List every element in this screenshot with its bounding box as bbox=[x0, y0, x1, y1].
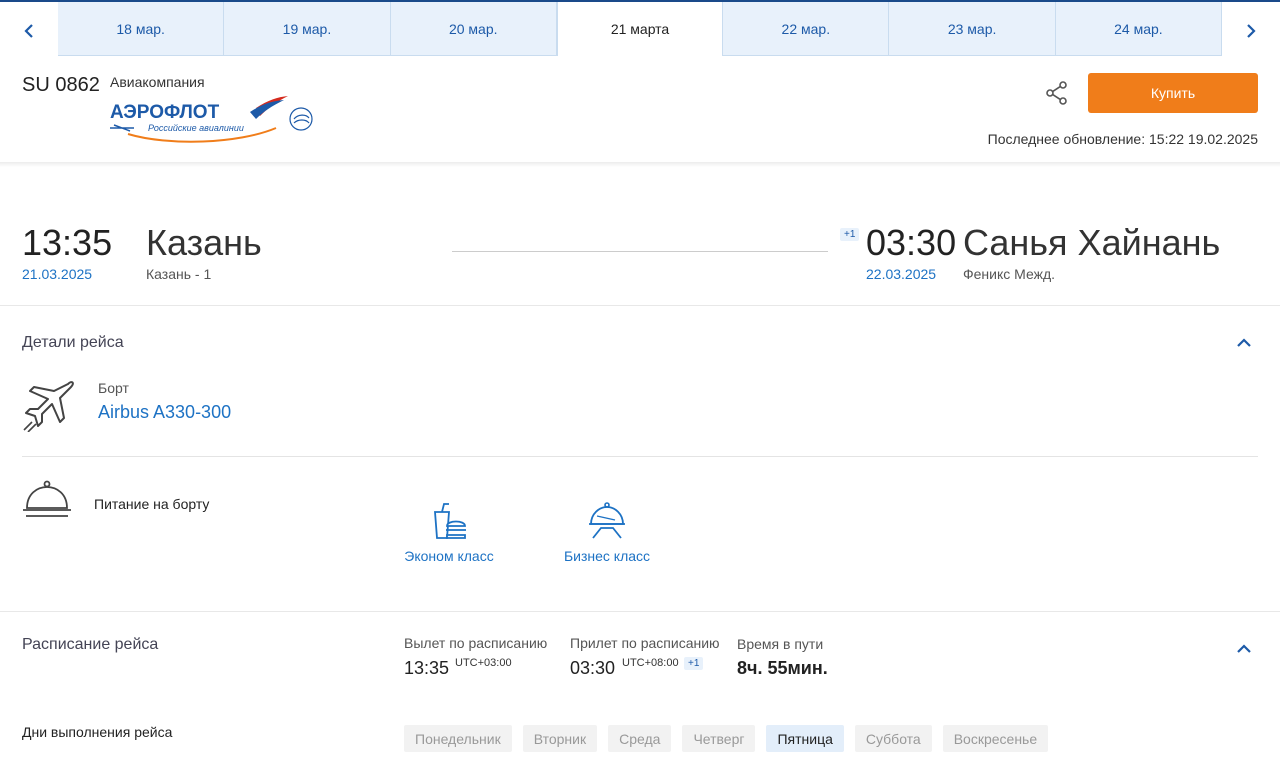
details-divider bbox=[22, 456, 1258, 457]
collapse-details-icon[interactable] bbox=[1236, 335, 1252, 351]
meal-business-label: Бизнес класс bbox=[563, 548, 651, 564]
day-chip: Четверг bbox=[682, 725, 756, 752]
meal-economy[interactable]: Эконом класс bbox=[404, 502, 494, 564]
scheduled-arrival-label: Прилет по расписанию bbox=[570, 635, 720, 651]
departure-utc: UTC+03:00 bbox=[455, 657, 512, 669]
date-tabs: 18 мар. 19 мар. 20 мар. 21 марта 22 мар.… bbox=[58, 2, 1223, 56]
arrival-airport: Феникс Межд. bbox=[963, 266, 1056, 282]
day-offset-badge: +1 bbox=[840, 228, 860, 241]
departure-date: 21.03.2025 bbox=[22, 266, 93, 282]
buy-button[interactable]: Купить bbox=[1088, 73, 1258, 113]
date-tab[interactable]: 18 мар. bbox=[58, 2, 225, 56]
arrival-offset-badge: +1 bbox=[684, 657, 704, 670]
header-shadow bbox=[0, 162, 1280, 167]
date-tab[interactable]: 19 мар. bbox=[224, 2, 391, 56]
date-tab[interactable]: 24 мар. bbox=[1055, 2, 1223, 56]
flight-number: SU 0862 bbox=[22, 74, 100, 96]
prev-dates-button[interactable] bbox=[0, 4, 58, 58]
details-title: Детали рейса bbox=[22, 334, 124, 351]
scheduled-departure-label: Вылет по расписанию bbox=[404, 635, 548, 651]
day-chip: Воскресенье bbox=[942, 725, 1049, 752]
day-chip: Среда bbox=[608, 725, 672, 752]
duration-label: Время в пути bbox=[737, 636, 824, 652]
day-chip: Понедельник bbox=[404, 725, 512, 752]
meal-business[interactable]: Бизнес класс bbox=[562, 502, 652, 564]
section-divider bbox=[0, 611, 1280, 612]
flight-duration: 8ч. 55мин. bbox=[737, 658, 828, 678]
date-tab[interactable]: 20 мар. bbox=[390, 2, 557, 56]
date-tab-bar: 18 мар. 19 мар. 20 мар. 21 марта 22 мар.… bbox=[0, 0, 1280, 56]
operating-days: Понедельник Вторник Среда Четверг Пятниц… bbox=[404, 725, 1059, 752]
meals-label: Питание на борту bbox=[94, 496, 210, 512]
aeroflot-logo: АЭРОФЛОТ Российские авиалинии bbox=[110, 96, 313, 143]
collapse-schedule-icon[interactable] bbox=[1236, 641, 1252, 657]
fastfood-icon bbox=[434, 503, 466, 539]
arrival-date: 22.03.2025 bbox=[866, 266, 937, 282]
operating-days-label: Дни выполнения рейса bbox=[22, 724, 173, 740]
day-chip: Вторник bbox=[522, 725, 598, 752]
dish-icon bbox=[589, 502, 625, 539]
chevron-right-icon bbox=[1247, 24, 1256, 38]
date-tab[interactable]: 22 мар. bbox=[723, 2, 890, 56]
airplane-icon bbox=[23, 381, 74, 432]
aircraft-label: Борт bbox=[98, 380, 129, 396]
day-chip-active: Пятница bbox=[766, 725, 844, 752]
svg-text:АЭРОФЛОТ: АЭРОФЛОТ bbox=[110, 102, 220, 123]
departure-time: 13:35 bbox=[22, 222, 113, 263]
schedule-title: Расписание рейса bbox=[22, 636, 159, 653]
svg-text:Российские авиалинии: Российские авиалинии bbox=[148, 123, 244, 133]
departure-airport: Казань - 1 bbox=[146, 266, 212, 282]
last-updated: Последнее обновление: 15:22 19.02.2025 bbox=[987, 131, 1258, 147]
route-line bbox=[452, 251, 828, 252]
meal-economy-label: Эконом класс bbox=[404, 548, 494, 564]
aircraft-link[interactable]: Airbus A330-300 bbox=[98, 402, 231, 423]
chevron-left-icon bbox=[24, 24, 33, 38]
date-tab[interactable]: 23 мар. bbox=[889, 2, 1056, 56]
share-icon[interactable] bbox=[1044, 80, 1070, 106]
date-tab-active[interactable]: 21 марта bbox=[556, 2, 724, 56]
airline-label: Авиакомпания bbox=[110, 74, 205, 90]
arrival-time: 03:30 bbox=[866, 222, 957, 263]
next-dates-button[interactable] bbox=[1222, 4, 1280, 58]
section-divider bbox=[0, 305, 1280, 306]
departure-city: Казань bbox=[146, 222, 262, 263]
scheduled-departure-time: 13:35 bbox=[404, 658, 450, 678]
arrival-city: Санья Хайнань bbox=[963, 222, 1221, 263]
scheduled-arrival-time: 03:30 bbox=[570, 658, 616, 678]
day-chip: Суббота bbox=[854, 725, 932, 752]
cloche-icon bbox=[23, 480, 71, 517]
arrival-utc: UTC+08:00 bbox=[622, 657, 679, 669]
